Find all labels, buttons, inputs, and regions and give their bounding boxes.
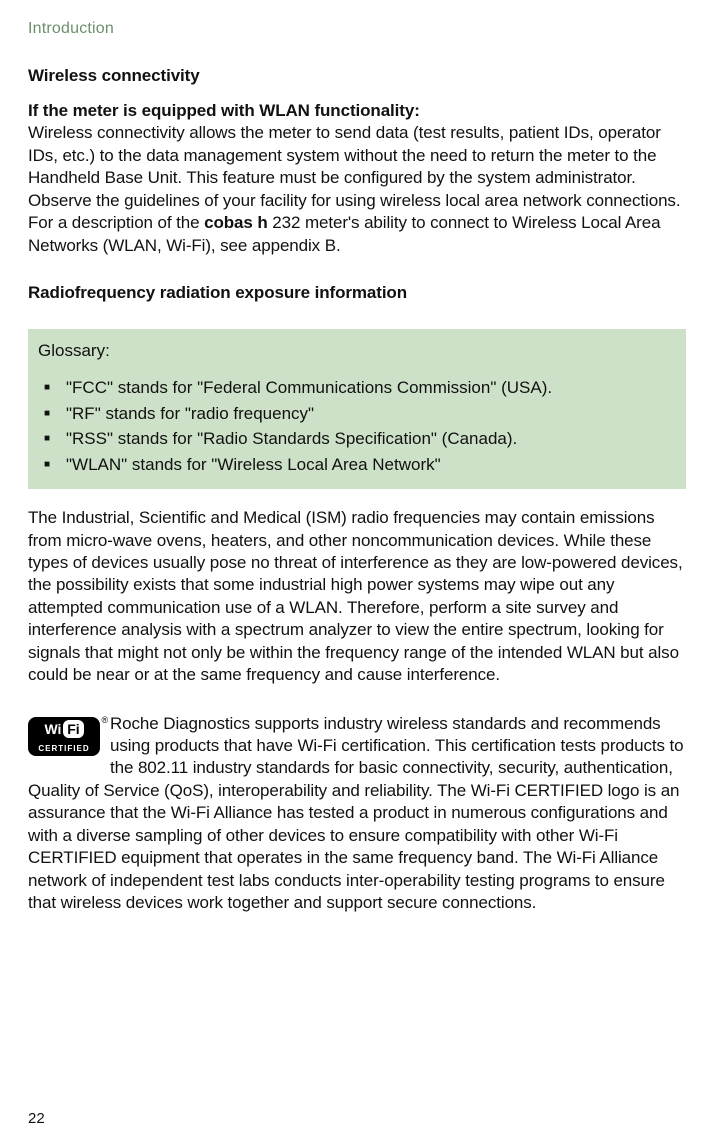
product-name-bold: cobas h	[204, 213, 268, 232]
wifi-logo-top: WiFi ®	[28, 717, 100, 742]
wifi-logo-fi-text: Fi	[63, 720, 83, 738]
wireless-lead-bold: If the meter is equipped with WLAN funct…	[28, 101, 420, 120]
roche-paragraph: WiFi ® CERTIFIED Roche Diagnostics suppo…	[28, 713, 686, 915]
page-number: 22	[28, 1110, 45, 1127]
document-page: Introduction Wireless connectivity If th…	[0, 0, 714, 1139]
roche-body-text: Roche Diagnostics supports industry wire…	[28, 714, 684, 913]
chapter-header: Introduction	[28, 20, 686, 38]
ism-paragraph: The Industrial, Scientific and Medical (…	[28, 507, 686, 687]
glossary-title: Glossary:	[38, 341, 676, 361]
wireless-paragraph: If the meter is equipped with WLAN funct…	[28, 100, 686, 257]
glossary-item-wlan: "WLAN" stands for "Wireless Local Area N…	[38, 452, 676, 478]
glossary-list: "FCC" stands for "Federal Communications…	[38, 375, 676, 477]
section-rf-title: Radiofrequency radiation exposure inform…	[28, 283, 686, 303]
wifi-logo-wi-text: Wi	[44, 720, 61, 738]
product-number: 232	[268, 213, 305, 232]
glossary-item-rf: "RF" stands for "radio frequency"	[38, 401, 676, 427]
wifi-registered-icon: ®	[101, 715, 108, 727]
section-wireless-title: Wireless connectivity	[28, 66, 686, 86]
glossary-box: Glossary: "FCC" stands for "Federal Comm…	[28, 329, 686, 489]
glossary-item-fcc: "FCC" stands for "Federal Communications…	[38, 375, 676, 401]
wifi-certified-text: CERTIFIED	[28, 742, 100, 756]
wifi-certified-logo: WiFi ® CERTIFIED	[28, 717, 100, 767]
glossary-item-rss: "RSS" stands for "Radio Standards Specif…	[38, 426, 676, 452]
